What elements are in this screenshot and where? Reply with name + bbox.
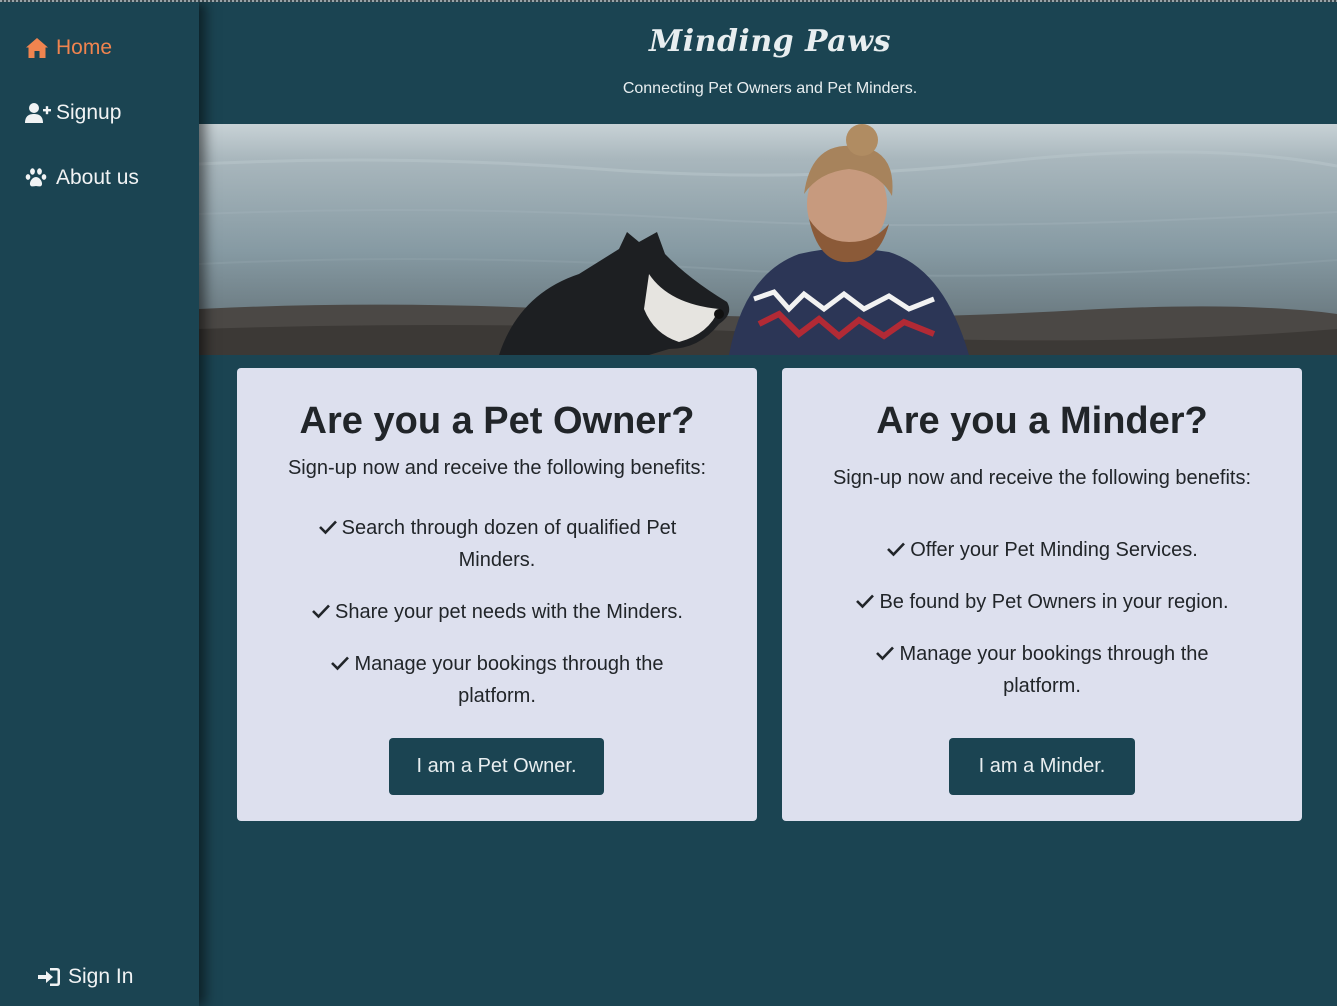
sidebar-item-home[interactable]: Home	[25, 36, 112, 60]
sidebar: Home Signup About us Sign In	[0, 2, 199, 1006]
sign-in-link[interactable]: Sign In	[37, 965, 133, 989]
sign-in-icon	[37, 966, 63, 988]
user-plus-icon	[25, 102, 51, 124]
card-intro: Sign-up now and receive the following be…	[287, 457, 707, 479]
benefit-item: Offer your Pet Minding Services.	[842, 534, 1242, 566]
check-icon	[331, 656, 350, 671]
house-icon	[25, 37, 51, 59]
benefit-item: Manage your bookings through the platfor…	[842, 638, 1242, 702]
sign-in-label: Sign In	[68, 965, 134, 988]
card-title: Are you a Minder?	[876, 400, 1208, 442]
benefit-item: Share your pet needs with the Minders.	[297, 596, 697, 628]
hero-image	[199, 124, 1337, 355]
sidebar-item-about[interactable]: About us	[25, 166, 139, 190]
minder-card: Are you a Minder? Sign-up now and receiv…	[782, 368, 1302, 821]
pet-owner-button[interactable]: I am a Pet Owner.	[389, 738, 604, 795]
sidebar-item-label: About us	[56, 166, 139, 189]
benefits-list: Search through dozen of qualified Pet Mi…	[237, 512, 757, 712]
benefit-item: Be found by Pet Owners in your region.	[842, 586, 1242, 618]
tagline: Connecting Pet Owners and Pet Minders.	[622, 80, 918, 97]
card-intro: Sign-up now and receive the following be…	[832, 467, 1252, 489]
minder-button[interactable]: I am a Minder.	[949, 738, 1135, 795]
check-icon	[312, 604, 330, 619]
benefit-item: Manage your bookings through the platfor…	[297, 648, 697, 712]
paw-icon	[25, 167, 51, 189]
main-content: Minding Paws Connecting Pet Owners and P…	[199, 2, 1337, 1006]
brand-title: Minding Paws	[649, 24, 891, 59]
check-icon	[318, 520, 337, 535]
pet-owner-card: Are you a Pet Owner? Sign-up now and rec…	[237, 368, 757, 821]
benefits-list: Offer your Pet Minding Services. Be foun…	[782, 534, 1302, 702]
card-title: Are you a Pet Owner?	[299, 400, 695, 442]
check-icon	[876, 646, 895, 661]
check-icon	[887, 542, 906, 557]
sidebar-item-signup[interactable]: Signup	[25, 101, 121, 125]
window-top-border	[0, 0, 1337, 2]
benefit-item: Search through dozen of qualified Pet Mi…	[297, 512, 697, 576]
sidebar-item-label: Home	[56, 36, 113, 59]
sidebar-item-label: Signup	[56, 101, 122, 124]
check-icon	[856, 594, 875, 609]
